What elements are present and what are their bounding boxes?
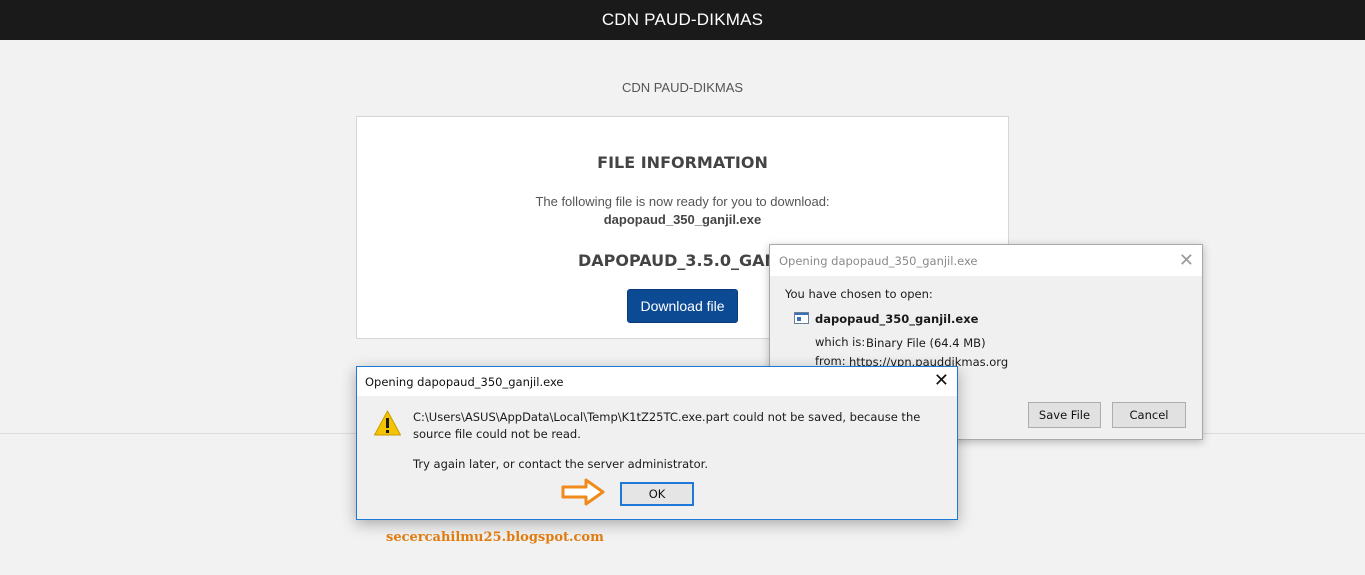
binary-file-icon <box>794 312 809 324</box>
file-type-value: Binary File (64.4 MB) <box>866 336 986 350</box>
open-dialog-title: Opening dapopaud_350_ganjil.exe <box>779 254 978 268</box>
error-message: C:\Users\ASUS\AppData\Local\Temp\K1tZ25T… <box>413 410 921 441</box>
close-icon[interactable]: ✕ <box>934 370 949 391</box>
open-dialog-filename: dapopaud_350_ganjil.exe <box>815 312 979 326</box>
error-dialog-title-bar[interactable]: Opening dapopaud_350_ganjil.exe <box>357 367 957 396</box>
error-dialog: Opening dapopaud_350_ganjil.exe ✕ C:\Use… <box>356 366 958 520</box>
open-dialog-title-bar[interactable]: Opening dapopaud_350_ganjil.exe <box>770 245 1202 276</box>
cancel-button[interactable]: Cancel <box>1112 402 1186 428</box>
top-bar: CDN PAUD-DIKMAS <box>0 0 1365 40</box>
arrow-right-annotation-icon <box>561 478 605 506</box>
error-dialog-title: Opening dapopaud_350_ganjil.exe <box>365 375 564 389</box>
card-description: The following file is now ready for you … <box>535 194 830 209</box>
download-file-button[interactable]: Download file <box>627 289 738 323</box>
open-dialog-prompt: You have chosen to open: <box>785 287 933 301</box>
save-file-button[interactable]: Save File <box>1028 402 1101 428</box>
card-heading: FILE INFORMATION <box>597 153 768 172</box>
close-icon[interactable]: ✕ <box>1179 250 1194 271</box>
warning-triangle-icon <box>374 410 401 436</box>
ok-button[interactable]: OK <box>620 482 694 506</box>
which-is-label: which is: <box>815 335 866 349</box>
card-filename: dapopaud_350_ganjil.exe <box>603 212 762 227</box>
site-subtitle: CDN PAUD-DIKMAS <box>621 80 744 95</box>
top-bar-title: CDN PAUD-DIKMAS <box>601 10 764 29</box>
error-hint: Try again later, or contact the server a… <box>413 457 708 471</box>
blog-watermark: secercahilmu25.blogspot.com <box>386 530 604 545</box>
